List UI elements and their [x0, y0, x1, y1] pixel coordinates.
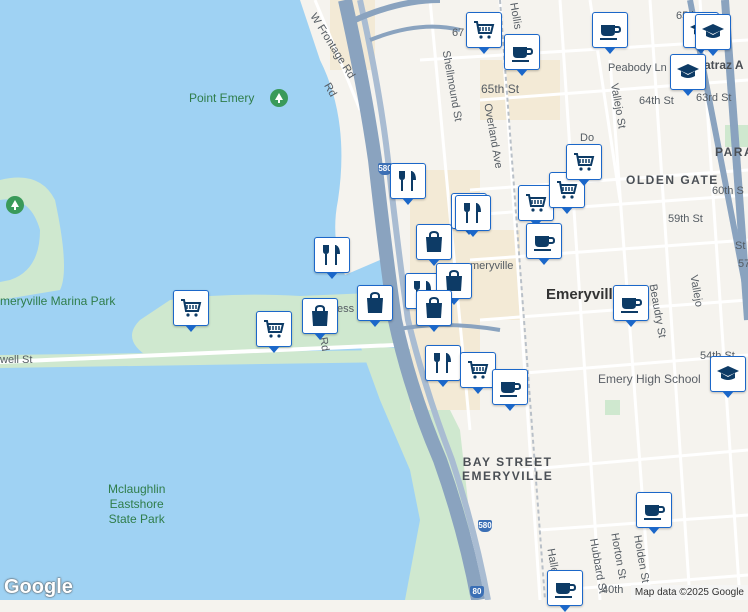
emeryville-station-label: meryville [470, 260, 514, 272]
restaurant-pin[interactable] [425, 345, 461, 387]
grocery-icon [466, 358, 490, 382]
google-logo: Google [4, 576, 73, 598]
shopping-pin[interactable] [302, 298, 338, 340]
67-label: 67 [452, 27, 465, 39]
school-icon [701, 20, 725, 44]
interstate-80-shield: 80 [470, 586, 484, 598]
shopping-pin[interactable] [416, 224, 452, 266]
restaurant-icon [320, 243, 344, 267]
65th-st-label: 65th St [481, 82, 520, 96]
cafe-icon [498, 375, 522, 399]
shopping-pin[interactable] [416, 290, 452, 332]
cafe-icon [598, 18, 622, 42]
cafe-icon [619, 291, 643, 315]
park-icon [270, 89, 288, 107]
shopping-icon [422, 296, 446, 320]
bay-street-label: BAY STREET EMERYVILLE [462, 455, 554, 483]
cafe-pin[interactable] [504, 34, 540, 76]
grocery-icon [179, 296, 203, 320]
restaurant-pin[interactable] [314, 237, 350, 279]
cafe-pin[interactable] [492, 369, 528, 411]
paradise-label: PARA [715, 145, 748, 159]
school-icon [676, 60, 700, 84]
alcatraz-label: atraz A [704, 58, 744, 72]
st-label: St [735, 240, 746, 252]
shopping-icon [363, 291, 387, 315]
park-icon [6, 196, 24, 214]
shopping-icon [308, 304, 332, 328]
powell-st-label: well St [0, 354, 33, 366]
point-emery-label: Point Emery [189, 91, 255, 105]
golden-gate-label: OLDEN GATE [626, 173, 719, 187]
cafe-pin[interactable] [526, 223, 562, 265]
grocery-pin[interactable] [466, 12, 502, 54]
60th-st-label: 60th S [712, 185, 744, 197]
restaurant-pin[interactable] [455, 195, 491, 237]
restaurant-pin[interactable] [390, 163, 426, 205]
63rd-st-label: 63rd St [696, 92, 732, 104]
cafe-icon [532, 229, 556, 253]
school-icon [716, 362, 740, 386]
map-attribution: Map data ©2025 Google [630, 585, 748, 600]
grocery-icon [572, 150, 596, 174]
emeryville-city-label: Emeryville [546, 286, 622, 303]
cafe-pin[interactable] [592, 12, 628, 54]
cafe-pin[interactable] [547, 570, 583, 612]
restaurant-icon [396, 169, 420, 193]
peabody-ln-label: Peabody Ln [608, 62, 667, 74]
64th-st-label: 64th St [639, 95, 674, 107]
do-label: Do [580, 132, 595, 144]
emeryville-marina-park-label: meryville Marina Park [0, 294, 116, 308]
grocery-pin[interactable] [256, 311, 292, 353]
57-label: 57 [738, 258, 748, 270]
cafe-icon [642, 498, 666, 522]
school-pin[interactable] [670, 54, 706, 96]
grocery-icon [555, 178, 579, 202]
school-pin[interactable] [695, 14, 731, 56]
grocery-icon [262, 317, 286, 341]
restaurant-icon [431, 351, 455, 375]
grocery-pin[interactable] [173, 290, 209, 332]
interstate-580-shield: 580 [478, 520, 492, 532]
shopping-icon [422, 230, 446, 254]
grocery-pin[interactable] [460, 352, 496, 394]
grocery-icon [472, 18, 496, 42]
restaurant-icon [461, 201, 485, 225]
school-pin[interactable] [710, 356, 746, 398]
grocery-pin[interactable] [566, 144, 602, 186]
40th-label: 40th [602, 584, 624, 596]
shopping-pin[interactable] [357, 285, 393, 327]
cafe-icon [553, 576, 577, 600]
59th-st-label: 59th St [668, 213, 703, 225]
cafe-icon [510, 40, 534, 64]
grocery-icon [524, 191, 548, 215]
cafe-pin[interactable] [636, 492, 672, 534]
cafe-pin[interactable] [613, 285, 649, 327]
mclaughlin-park-label: Mclaughlin Eastshore State Park [108, 482, 166, 526]
emery-high-school-label: Emery High School [598, 372, 701, 386]
